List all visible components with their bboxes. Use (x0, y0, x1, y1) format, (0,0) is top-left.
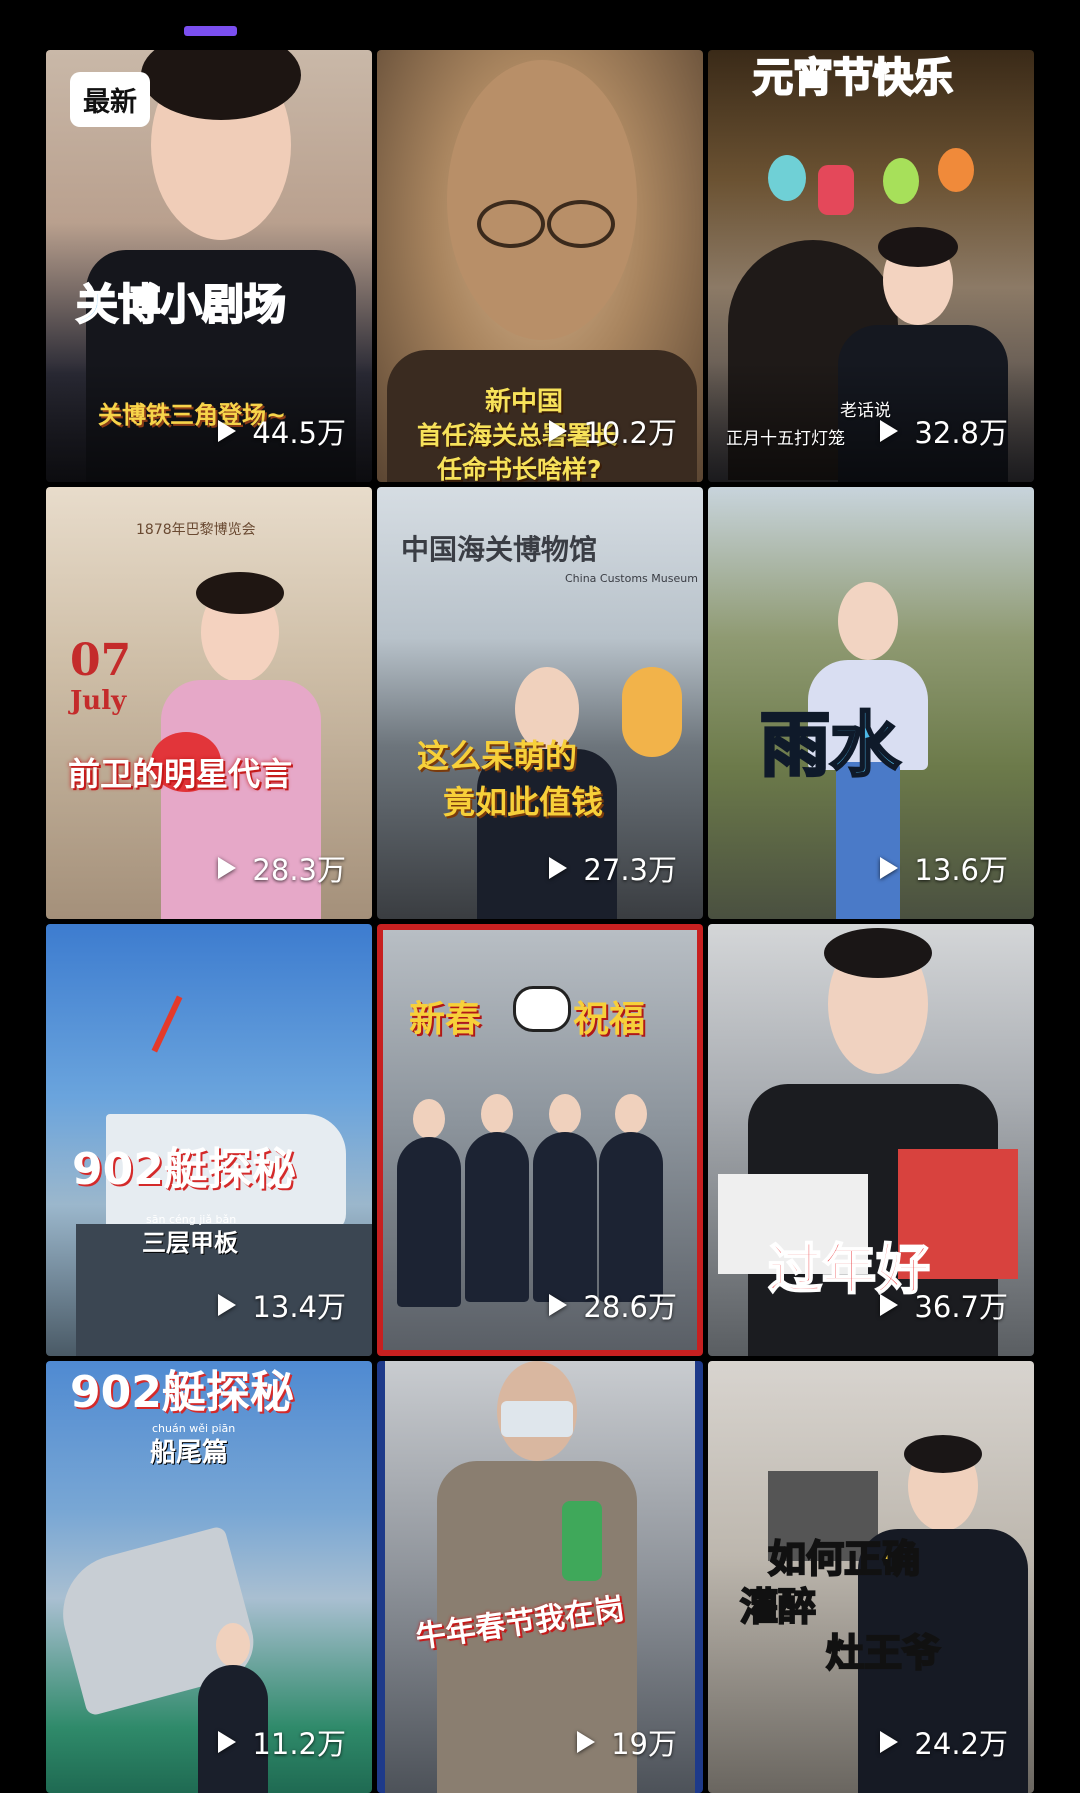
play-count-value: 28.3万 (252, 853, 346, 887)
exhibit-heading: 1878年巴黎博览会 (136, 522, 256, 538)
play-count: 28.6万 (549, 1284, 677, 1326)
play-icon (218, 1294, 237, 1316)
play-count: 27.3万 (549, 847, 677, 889)
video-tile-6[interactable]: 雨水 13.6万 (708, 487, 1034, 919)
video-grid: 最新 关博小剧场 关博铁三角登场~ 44.5万 新中国 首任海关总署署长 任命书… (46, 50, 1034, 1793)
person-figure (465, 1094, 529, 1302)
video-title: 新春 (409, 999, 482, 1040)
lantern-icon (938, 148, 974, 192)
video-title: 如何正确 (767, 1537, 921, 1581)
museum-sign-english: China Customs Museum (565, 572, 698, 585)
play-icon (218, 857, 237, 879)
pinyin-text: chuán wěi piān (152, 1422, 236, 1435)
video-tile-11[interactable]: 牛年春节我在岗 19万 (377, 1361, 703, 1793)
play-icon (880, 1731, 899, 1753)
play-icon (880, 857, 899, 879)
video-title: 这么呆萌的 (417, 737, 578, 775)
date-month: July (70, 686, 127, 716)
play-count-value: 24.2万 (914, 1727, 1008, 1761)
play-count: 13.6万 (880, 847, 1008, 889)
video-subtitle: 船尾篇 (150, 1438, 229, 1468)
video-title-2: 祝福 (573, 999, 646, 1040)
mop (562, 1501, 602, 1581)
play-count-value: 32.8万 (914, 416, 1008, 450)
play-count-value: 44.5万 (252, 416, 346, 450)
person-figure (533, 1094, 597, 1302)
video-tile-3[interactable]: 元宵节快乐 老话说 正月十五打灯笼 32.8万 (708, 50, 1034, 482)
play-count: 36.7万 (880, 1284, 1008, 1326)
play-count-value: 36.7万 (914, 1290, 1008, 1324)
video-title: 902艇探秘 (70, 1367, 294, 1418)
video-tile-9[interactable]: 过年好 36.7万 (708, 924, 1034, 1356)
play-icon (880, 1294, 899, 1316)
play-count: 28.3万 (218, 847, 346, 889)
play-count-value: 10.2万 (583, 416, 677, 450)
video-subtitle: 三层甲板 (142, 1229, 238, 1257)
play-count: 19万 (577, 1721, 677, 1763)
play-count: 44.5万 (218, 410, 346, 452)
play-count-value: 13.4万 (252, 1290, 346, 1324)
video-tile-1[interactable]: 最新 关博小剧场 关博铁三角登场~ 44.5万 (46, 50, 372, 482)
play-count-value: 19万 (611, 1727, 677, 1761)
video-tile-10[interactable]: 902艇探秘 chuán wěi piān 船尾篇 11.2万 (46, 1361, 372, 1793)
lantern-icon (768, 155, 806, 201)
video-tile-2[interactable]: 新中国 首任海关总署署长 任命书长啥样? 10.2万 (377, 50, 703, 482)
video-subtitle-2: 正月十五打灯笼 (726, 429, 845, 449)
video-tile-8[interactable]: 新春 祝福 28.6万 (377, 924, 703, 1356)
play-icon (549, 1294, 568, 1316)
play-count: 11.2万 (218, 1721, 346, 1763)
person-figure (198, 1623, 268, 1793)
play-count: 10.2万 (549, 410, 677, 452)
play-icon (549, 420, 568, 442)
play-icon (577, 1731, 596, 1753)
play-count-value: 28.6万 (583, 1290, 677, 1324)
video-title: 902艇探秘 (72, 1144, 296, 1195)
dragon-mascot-icon (622, 667, 682, 757)
tab-indicator (184, 26, 237, 36)
video-tile-7[interactable]: 902艇探秘 sān céng jiǎ bǎn 三层甲板 13.4万 (46, 924, 372, 1356)
video-tile-4[interactable]: 1878年巴黎博览会 07 July 前卫的明星代言 28.3万 (46, 487, 372, 919)
video-title-2: 竟如此值钱 (443, 783, 604, 821)
person-figure (599, 1094, 663, 1302)
latest-badge: 最新 (70, 72, 150, 127)
play-count: 24.2万 (880, 1721, 1008, 1763)
date-day: 07 (70, 635, 132, 686)
video-title: 关博小剧场 (75, 280, 287, 329)
lantern-icon (818, 165, 854, 215)
video-title-2: 灌醉 (739, 1585, 817, 1629)
person-figure (397, 1099, 461, 1307)
video-title: 前卫的明星代言 (68, 755, 293, 793)
play-icon (218, 1731, 237, 1753)
museum-sign: 中国海关博物馆 (401, 533, 598, 566)
video-title: 雨水 (759, 704, 902, 786)
ox-mascot-icon (513, 986, 571, 1032)
play-icon (880, 420, 899, 442)
video-title: 元宵节快乐 (752, 55, 954, 101)
video-tile-12[interactable]: 如何正确 灌醉 灶王爷 24.2万 (708, 1361, 1034, 1793)
video-tile-5[interactable]: 中国海关博物馆 China Customs Museum 这么呆萌的 竟如此值钱… (377, 487, 703, 919)
video-title-3: 灶王爷 (825, 1631, 941, 1675)
play-count: 13.4万 (218, 1284, 346, 1326)
play-count: 32.8万 (880, 410, 1008, 452)
play-icon (218, 420, 237, 442)
play-icon (549, 857, 568, 879)
play-count-value: 11.2万 (252, 1727, 346, 1761)
play-count-value: 27.3万 (583, 853, 677, 887)
pinyin-text: sān céng jiǎ bǎn (146, 1213, 237, 1226)
video-subtitle-2: 任命书长啥样? (437, 455, 602, 482)
lantern-icon (883, 158, 919, 204)
play-count-value: 13.6万 (914, 853, 1008, 887)
